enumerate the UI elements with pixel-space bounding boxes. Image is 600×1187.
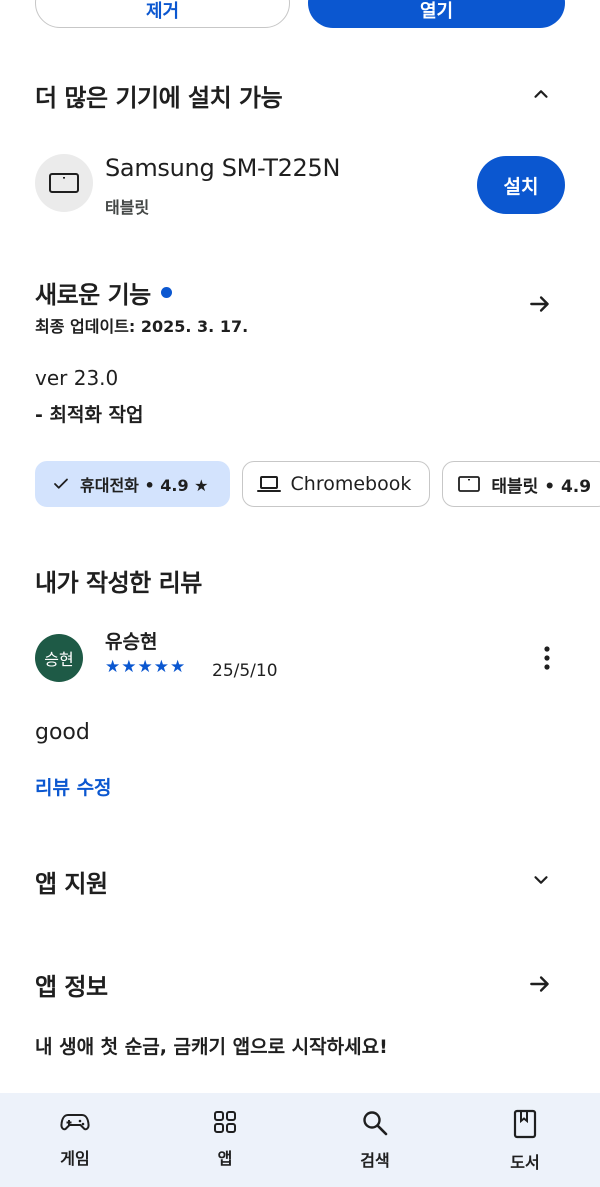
nav-books[interactable]: 도서 — [450, 1093, 600, 1187]
chevron-up-icon — [534, 90, 548, 98]
app-info-title[interactable]: 앱 정보 — [35, 967, 108, 1002]
tablet-icon — [49, 173, 79, 193]
whats-new-label: 새로운 기능 — [35, 281, 151, 309]
collapse-button[interactable] — [523, 76, 559, 112]
review-text: good — [35, 720, 90, 745]
device-filter-chips: 휴대전화 • 4.9 ★ Chromebook 태블릿 • 4.9 — [35, 461, 600, 507]
expand-support-button[interactable] — [523, 862, 559, 898]
chip-phone-label: 휴대전화 • 4.9 ★ — [80, 476, 209, 495]
new-dot-indicator — [160, 286, 172, 298]
chip-chromebook[interactable]: Chromebook — [241, 461, 431, 507]
chip-phone[interactable]: 휴대전화 • 4.9 ★ — [35, 461, 230, 507]
chip-tablet-label: 태블릿 • 4.9 — [491, 476, 592, 497]
laptop-icon — [256, 476, 281, 492]
chip-tablet[interactable]: 태블릿 • 4.9 — [442, 461, 600, 507]
my-review-title: 내가 작성한 리뷰 — [35, 569, 202, 597]
chip-chromebook-label: Chromebook — [290, 473, 412, 495]
top-action-buttons: 제거 열기 — [35, 0, 565, 28]
more-devices-title: 더 많은 기기에 설치 가능 — [35, 84, 283, 112]
nav-apps[interactable]: 앱 — [150, 1093, 300, 1187]
install-button[interactable]: 설치 — [477, 156, 565, 214]
book-icon — [513, 1109, 537, 1139]
nav-apps-label: 앱 — [217, 1149, 233, 1168]
review-more-button[interactable] — [529, 640, 565, 676]
reviewer-name: 유승현 — [105, 631, 158, 653]
device-name: Samsung SM-T225N — [105, 154, 341, 182]
nav-search-label: 검색 — [360, 1151, 390, 1170]
bottom-navigation: 게임 앱 검색 도서 — [0, 1093, 600, 1187]
arrow-right-icon — [530, 976, 549, 992]
whats-new-arrow-button[interactable] — [522, 286, 558, 322]
star-rating: ★★★★★ — [105, 657, 187, 677]
nav-games-label: 게임 — [60, 1149, 90, 1168]
device-type: 태블릿 — [105, 198, 150, 217]
gamepad-icon — [60, 1114, 90, 1131]
nav-games[interactable]: 게임 — [0, 1093, 150, 1187]
app-info-arrow-button[interactable] — [522, 966, 558, 1002]
release-notes: - 최적화 작업 — [35, 404, 144, 426]
more-vert-icon — [544, 646, 550, 670]
apps-grid-icon — [214, 1111, 236, 1133]
whats-new-title[interactable]: 새로운 기능 — [35, 275, 172, 310]
avatar: 승현 — [35, 634, 83, 682]
review-date: 25/5/10 — [212, 661, 278, 681]
device-avatar — [35, 154, 93, 212]
check-icon — [54, 478, 68, 489]
app-info-description: 내 생애 첫 순금, 금캐기 앱으로 시작하세요! — [35, 1036, 388, 1058]
nav-books-label: 도서 — [510, 1153, 540, 1172]
arrow-right-icon — [530, 296, 549, 312]
open-button[interactable]: 열기 — [308, 0, 565, 28]
last-updated: 최종 업데이트: 2025. 3. 17. — [35, 317, 249, 336]
search-icon — [363, 1111, 388, 1136]
device-row: Samsung SM-T225N 태블릿 설치 — [35, 154, 565, 218]
chevron-down-icon — [534, 876, 548, 884]
version-text: ver 23.0 — [35, 366, 119, 390]
uninstall-button[interactable]: 제거 — [35, 0, 290, 28]
nav-search[interactable]: 검색 — [300, 1093, 450, 1187]
tablet-icon — [458, 476, 481, 492]
edit-review-link[interactable]: 리뷰 수정 — [35, 773, 112, 800]
app-support-title[interactable]: 앱 지원 — [35, 864, 108, 899]
